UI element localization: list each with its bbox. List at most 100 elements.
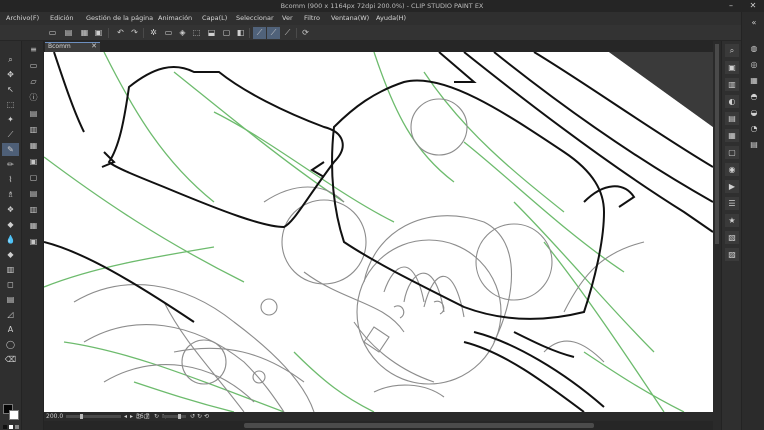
clear-icon[interactable]: ✲ (147, 27, 160, 39)
dock-toggle-icon[interactable]: « (747, 16, 761, 29)
gradient-icon[interactable]: ▥ (2, 263, 19, 276)
sub-tool-3-icon[interactable]: ▤ (26, 107, 41, 120)
menu-ver[interactable]: Ver (282, 14, 293, 22)
selection-icon[interactable]: ⬚ (2, 98, 19, 111)
navigator-icon[interactable]: ⌕ (725, 44, 739, 57)
sub-tool-7-icon[interactable]: ▢ (26, 171, 41, 184)
reset-rotation-icon[interactable]: ⟲ (204, 412, 209, 421)
rotate-right-icon[interactable]: ↻ (197, 412, 202, 421)
color-wheel-icon[interactable]: ◍ (747, 42, 761, 55)
item-bank-icon[interactable]: ▦ (725, 129, 739, 142)
zoom-slider-knob[interactable] (80, 414, 83, 419)
deselect-icon[interactable]: ▢ (220, 27, 233, 39)
auto-select-icon[interactable]: ✦ (2, 113, 19, 126)
sub-tool-5-icon[interactable]: ▦ (26, 139, 41, 152)
history-icon[interactable]: ☰ (725, 197, 739, 210)
close-tab-icon[interactable]: ✕ (91, 42, 97, 50)
menu-edicion[interactable]: Edición (50, 14, 74, 22)
pen-icon[interactable]: ✎ (2, 143, 19, 156)
layer-palette-icon[interactable]: ▤ (747, 138, 761, 151)
sub-tool-1-icon[interactable]: ▭ (26, 59, 41, 72)
auto-action-icon[interactable]: ▶ (725, 180, 739, 193)
zoom-in-icon[interactable]: ▸ (130, 412, 133, 421)
brush-size-icon[interactable]: ◉ (725, 163, 739, 176)
canvas-area[interactable] (44, 52, 713, 412)
sub-view-icon[interactable]: ▣ (725, 61, 739, 74)
zoom-out-icon[interactable]: ◂ (124, 412, 127, 421)
invert-icon[interactable]: ◧ (234, 27, 247, 39)
decoration-icon[interactable]: ❖ (2, 203, 19, 216)
airbrush-icon[interactable]: ♗ (2, 188, 19, 201)
sub-tool-4-icon[interactable]: ▥ (26, 123, 41, 136)
ruler-tool-icon[interactable]: ◿ (2, 308, 19, 321)
zoom-slider[interactable] (66, 414, 121, 419)
undo-icon[interactable]: ↶ (114, 27, 127, 39)
move-icon[interactable]: ✥ (2, 68, 19, 81)
ruler-icon[interactable]: ⟋ (267, 27, 280, 39)
pencil-icon[interactable]: ✏ (2, 158, 19, 171)
new-icon[interactable]: ▭ (46, 27, 59, 39)
scale-icon[interactable]: ⬓ (205, 27, 218, 39)
menu-gestion-pagina[interactable]: Gestión de la página (86, 14, 153, 22)
cut-icon[interactable]: ▭ (162, 27, 175, 39)
sub-tool-11-icon[interactable]: ▣ (26, 235, 41, 248)
sub-tool-9-icon[interactable]: ▥ (26, 203, 41, 216)
vertical-scroll-thumb[interactable] (715, 44, 719, 244)
info-icon[interactable]: ⓘ (26, 91, 41, 104)
eyedropper-icon[interactable]: ⟋ (2, 128, 19, 141)
rotate-left-icon[interactable]: ↺ (190, 412, 195, 421)
rotation-slider[interactable] (162, 414, 186, 419)
minimize-button[interactable]: – (722, 1, 740, 11)
menu-filtro[interactable]: Filtro (304, 14, 320, 22)
tool-property-icon[interactable]: ▢ (725, 146, 739, 159)
color-mode-transparent[interactable] (15, 425, 19, 429)
brush-icon[interactable]: ⌇ (2, 173, 19, 186)
sub-tool-6-icon[interactable]: ▣ (26, 155, 41, 168)
sub-tool-menu-icon[interactable]: ≡ (26, 43, 41, 56)
snap-icon[interactable]: ⟋ (253, 27, 266, 39)
layer-property-icon[interactable]: ◐ (725, 95, 739, 108)
color-history-icon[interactable]: ◔ (747, 122, 761, 135)
color-mode-black[interactable] (3, 425, 7, 429)
menu-ayuda[interactable]: Ayuda(H) (376, 14, 406, 22)
rotation-slider-knob[interactable] (178, 414, 181, 419)
approximate-color-icon[interactable]: ◒ (747, 106, 761, 119)
save-as-icon[interactable]: ▣ (92, 27, 105, 39)
figure-icon[interactable]: ◻ (2, 278, 19, 291)
color-set-icon[interactable]: ▦ (747, 74, 761, 87)
record-icon[interactable]: ⟳ (299, 27, 312, 39)
frame-icon[interactable]: ▤ (2, 293, 19, 306)
rotate-icon[interactable]: ↻ (154, 412, 159, 421)
blend-icon[interactable]: 💧 (2, 233, 19, 246)
sub-tool-8-icon[interactable]: ▤ (26, 187, 41, 200)
transform-icon[interactable]: ⬚ (190, 27, 203, 39)
intermediate-color-icon[interactable]: ◓ (747, 90, 761, 103)
layer-search-icon[interactable]: ▤ (725, 112, 739, 125)
material-icon[interactable]: ▥ (725, 78, 739, 91)
redo-icon[interactable]: ↷ (128, 27, 141, 39)
zoom-value[interactable]: 200.0 (46, 412, 63, 421)
sub-tool-10-icon[interactable]: ▦ (26, 219, 41, 232)
pen-ruler-icon[interactable]: ⟋ (281, 27, 294, 39)
document-tab[interactable]: Bcomm ✕ (45, 42, 100, 52)
horizontal-scrollbar[interactable] (44, 421, 713, 430)
fill-icon[interactable]: ◈ (176, 27, 189, 39)
color-slider-icon[interactable]: ◎ (747, 58, 761, 71)
fill-tool-icon[interactable]: ◆ (2, 248, 19, 261)
vertical-scrollbar[interactable] (713, 41, 721, 430)
quick-access-icon[interactable]: ★ (725, 214, 739, 227)
menu-archivo[interactable]: Archivo(F) (6, 14, 39, 22)
sub-tool-2-icon[interactable]: ▱ (26, 75, 41, 88)
close-button[interactable]: ✕ (744, 1, 762, 11)
text-icon[interactable]: A (2, 323, 19, 336)
background-color-swatch[interactable] (9, 410, 19, 420)
save-icon[interactable]: ▦ (78, 27, 91, 39)
open-icon[interactable]: ▤ (62, 27, 75, 39)
menu-ventana[interactable]: Ventana(W) (331, 14, 369, 22)
menu-capa[interactable]: Capa(L) (202, 14, 227, 22)
rotation-value[interactable]: 36.7 (136, 412, 149, 421)
operation-icon[interactable]: ↖ (2, 83, 19, 96)
eraser-icon[interactable]: ◆ (2, 218, 19, 231)
horizontal-scroll-thumb[interactable] (244, 423, 594, 428)
correct-line-icon[interactable]: ⌫ (2, 353, 19, 366)
